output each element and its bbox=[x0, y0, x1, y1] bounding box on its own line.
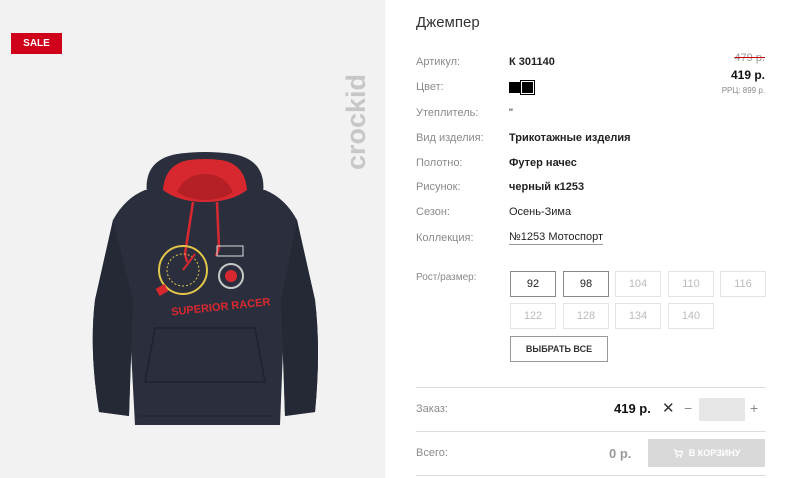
pattern-value: черный к1253 bbox=[509, 181, 585, 193]
detail-label: Полотно: bbox=[416, 157, 463, 169]
size-option[interactable]: 92 bbox=[510, 271, 556, 297]
detail-row-color: Цвет: bbox=[416, 77, 535, 97]
detail-row-fabric: Полотно: Футер начес bbox=[416, 153, 577, 173]
size-option[interactable]: 98 bbox=[563, 271, 609, 297]
old-price: 479 р. bbox=[734, 52, 765, 64]
size-option-unavailable[interactable]: 122 bbox=[510, 303, 556, 329]
detail-label: Коллекция: bbox=[416, 232, 474, 244]
detail-label: Артикул: bbox=[416, 56, 461, 68]
season-value: Осень-Зима bbox=[509, 206, 572, 218]
size-option-unavailable[interactable]: 110 bbox=[668, 271, 714, 297]
detail-label: Рисунок: bbox=[416, 181, 461, 193]
size-option-unavailable[interactable]: 140 bbox=[668, 303, 714, 329]
color-swatch[interactable] bbox=[509, 81, 520, 93]
add-to-cart-button[interactable]: В КОРЗИНУ bbox=[648, 439, 765, 467]
product-title: Джемпер bbox=[416, 14, 480, 31]
price-block: 479 р. 419 р. РРЦ: 899 р. bbox=[722, 52, 765, 95]
fabric-value: Футер начес bbox=[509, 157, 577, 169]
detail-row-article: Артикул: К 301140 bbox=[416, 52, 555, 72]
color-swatches bbox=[509, 79, 535, 95]
detail-row-collection: Коллекция: №1253 Мотоспорт bbox=[416, 228, 604, 248]
size-option-unavailable[interactable]: 128 bbox=[563, 303, 609, 329]
hoodie-image: SUPERIOR RACER bbox=[92, 152, 318, 425]
select-all-button[interactable]: ВЫБРАТЬ ВСЕ bbox=[510, 336, 608, 362]
size-option-unavailable[interactable]: 104 bbox=[615, 271, 661, 297]
current-price: 419 р. bbox=[730, 68, 765, 82]
total-value: 0 р. bbox=[609, 446, 632, 461]
add-to-cart-label: В КОРЗИНУ bbox=[688, 448, 741, 458]
color-swatch-selected[interactable] bbox=[520, 79, 535, 95]
product-image-panel: SALE crockid SUPERIOR RACER bbox=[0, 0, 385, 478]
detail-row-insulation: Утеплитель: " bbox=[416, 103, 513, 123]
times-icon: ✕ bbox=[662, 400, 675, 417]
size-option-unavailable[interactable]: 116 bbox=[720, 271, 766, 297]
divider bbox=[416, 475, 766, 476]
order-price: 419 р. bbox=[614, 401, 651, 416]
detail-row-type: Вид изделия: Трикотажные изделия bbox=[416, 128, 631, 148]
detail-row-pattern: Рисунок: черный к1253 bbox=[416, 177, 584, 197]
sale-badge: SALE bbox=[11, 33, 62, 54]
insulation-value: " bbox=[509, 107, 513, 119]
increase-quantity-button[interactable]: + bbox=[750, 400, 758, 416]
divider bbox=[416, 387, 766, 388]
order-label: Заказ: bbox=[416, 403, 448, 415]
cart-icon bbox=[673, 449, 683, 458]
quantity-input[interactable] bbox=[699, 398, 745, 421]
detail-label: Утеплитель: bbox=[416, 107, 479, 119]
article-value: К 301140 bbox=[509, 56, 555, 68]
type-value: Трикотажные изделия bbox=[509, 132, 631, 144]
detail-label: Вид изделия: bbox=[416, 132, 484, 144]
collection-link[interactable]: №1253 Мотоспорт bbox=[509, 231, 604, 245]
decrease-quantity-button[interactable]: − bbox=[684, 400, 692, 416]
recommended-price: РРЦ: 899 р. bbox=[721, 86, 765, 95]
detail-label: Цвет: bbox=[416, 81, 444, 93]
brand-logo-text: crockid bbox=[341, 74, 371, 170]
size-option-unavailable[interactable]: 134 bbox=[615, 303, 661, 329]
detail-label: Сезон: bbox=[416, 206, 450, 218]
size-label: Рост/размер: bbox=[416, 272, 477, 283]
total-label: Всего: bbox=[416, 447, 448, 459]
divider bbox=[416, 431, 766, 432]
detail-row-season: Сезон: Осень-Зима bbox=[416, 202, 571, 222]
brand-logo: crockid bbox=[341, 74, 371, 170]
